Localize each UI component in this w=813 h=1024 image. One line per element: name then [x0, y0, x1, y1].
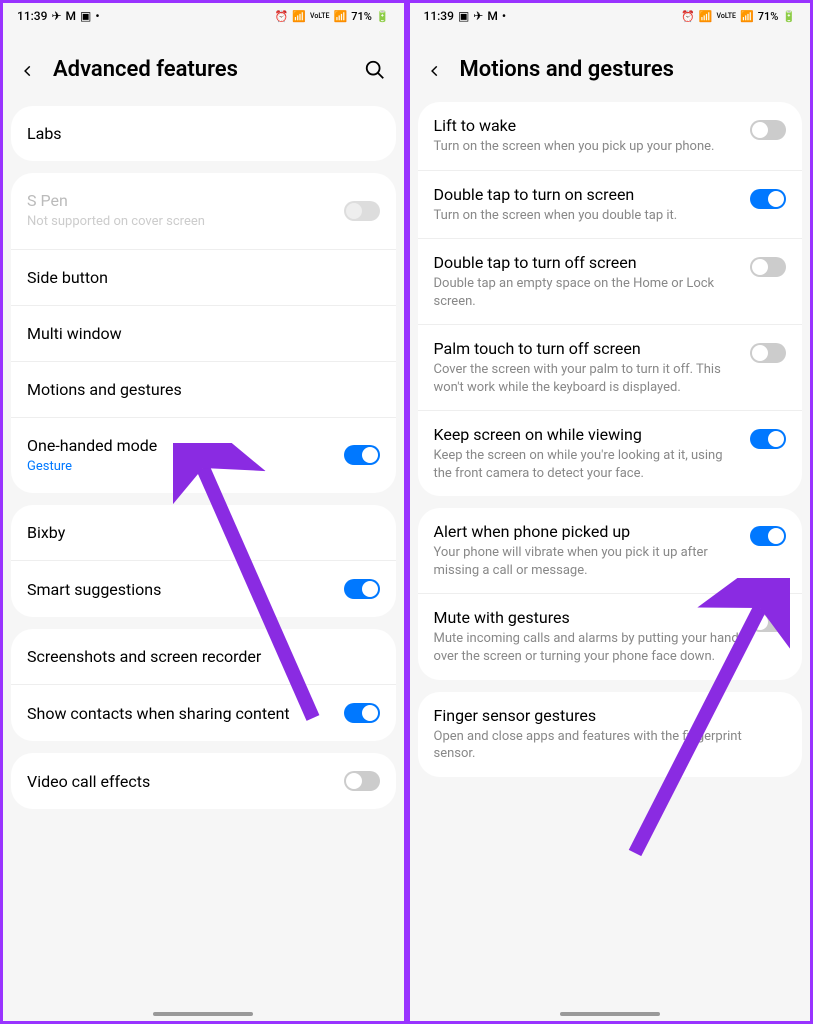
battery-label: 71% [758, 10, 779, 23]
toggle-one-handed[interactable] [344, 445, 380, 465]
signal-icon: 📶 [740, 10, 754, 23]
header: Motions and gestures [410, 27, 811, 102]
row-title: Show contacts when sharing content [27, 704, 334, 723]
row-title: Multi window [27, 324, 380, 343]
alarm-icon: ⏰ [681, 10, 695, 23]
toggle-double-tap-off[interactable] [750, 257, 786, 277]
battery-icon: 🔋 [782, 10, 796, 23]
row-mute-gestures[interactable]: Mute with gestures Mute incoming calls a… [418, 593, 803, 679]
row-title: Keep screen on while viewing [434, 425, 741, 444]
row-title: Side button [27, 268, 380, 287]
row-title: Double tap to turn off screen [434, 253, 741, 272]
photo-icon: ▣ [458, 9, 469, 23]
toggle-show-contacts[interactable] [344, 703, 380, 723]
row-double-tap-on[interactable]: Double tap to turn on screen Turn on the… [418, 170, 803, 239]
row-multi-window[interactable]: Multi window [11, 305, 396, 361]
toggle-keep-screen-on[interactable] [750, 429, 786, 449]
page-title: Advanced features [53, 57, 346, 82]
phone-advanced-features: 11:39 ✈ M ▣ • ⏰ 📶 VoLTE 📶 71% 🔋 Advanced… [3, 3, 404, 1021]
page-title: Motions and gestures [460, 57, 793, 82]
row-title: Smart suggestions [27, 580, 334, 599]
row-finger-sensor[interactable]: Finger sensor gestures Open and close ap… [418, 692, 803, 777]
row-sub: Open and close apps and features with th… [434, 728, 787, 763]
telegram-icon: ✈ [51, 9, 61, 23]
row-title: Palm touch to turn off screen [434, 339, 741, 358]
row-side-button[interactable]: Side button [11, 249, 396, 305]
header: Advanced features [3, 27, 404, 106]
volte-label: VoLTE [310, 13, 329, 20]
row-sub: Your phone will vibrate when you pick it… [434, 544, 741, 579]
photo-icon: ▣ [80, 9, 91, 23]
row-smart-suggestions[interactable]: Smart suggestions [11, 560, 396, 617]
toggle-video-call-effects[interactable] [344, 771, 380, 791]
row-palm-touch-off[interactable]: Palm touch to turn off screen Cover the … [418, 324, 803, 410]
toggle-s-pen [344, 201, 380, 221]
row-title: Lift to wake [434, 116, 741, 135]
volte-label: VoLTE [717, 13, 736, 20]
row-title: Bixby [27, 523, 380, 542]
row-s-pen: S Pen Not supported on cover screen [11, 173, 396, 249]
home-indicator[interactable] [153, 1012, 253, 1016]
row-sub: Mute incoming calls and alarms by puttin… [434, 630, 741, 665]
battery-label: 71% [351, 10, 372, 23]
telegram-icon: ✈ [473, 9, 483, 23]
row-title: Screenshots and screen recorder [27, 647, 380, 666]
gmail-icon: M [487, 9, 498, 23]
row-title: One-handed mode [27, 436, 334, 455]
row-title: Mute with gestures [434, 608, 741, 627]
row-alert-picked-up[interactable]: Alert when phone picked up Your phone wi… [418, 508, 803, 593]
row-sub: Turn on the screen when you pick up your… [434, 138, 741, 156]
toggle-lift-to-wake[interactable] [750, 120, 786, 140]
battery-icon: 🔋 [376, 10, 390, 23]
toggle-double-tap-on[interactable] [750, 189, 786, 209]
dot-icon: • [502, 9, 506, 23]
row-double-tap-off[interactable]: Double tap to turn off screen Double tap… [418, 238, 803, 324]
row-title: Motions and gestures [27, 380, 380, 399]
row-labs[interactable]: Labs [11, 106, 396, 161]
phone-motions-gestures: 11:39 ▣ ✈ M • ⏰ 📶 VoLTE 📶 71% 🔋 Motions … [410, 3, 811, 1021]
wifi-icon: 📶 [699, 10, 713, 23]
home-indicator[interactable] [560, 1012, 660, 1016]
row-sub: Turn on the screen when you double tap i… [434, 207, 741, 225]
row-keep-screen-on[interactable]: Keep screen on while viewing Keep the sc… [418, 410, 803, 496]
row-title: Alert when phone picked up [434, 522, 741, 541]
toggle-palm-touch[interactable] [750, 343, 786, 363]
toggle-mute-gestures[interactable] [750, 612, 786, 632]
row-sub: Gesture [27, 458, 334, 476]
alarm-icon: ⏰ [275, 10, 289, 23]
row-sub: Double tap an empty space on the Home or… [434, 275, 741, 310]
back-button[interactable] [21, 63, 35, 77]
signal-icon: 📶 [333, 10, 347, 23]
status-bar: 11:39 ▣ ✈ M • ⏰ 📶 VoLTE 📶 71% 🔋 [410, 3, 811, 27]
row-bixby[interactable]: Bixby [11, 505, 396, 560]
row-sub: Not supported on cover screen [27, 213, 334, 231]
gmail-icon: M [66, 9, 77, 23]
row-one-handed[interactable]: One-handed mode Gesture [11, 417, 396, 494]
row-video-call-effects[interactable]: Video call effects [11, 753, 396, 809]
status-time: 11:39 [17, 9, 47, 23]
row-sub: Keep the screen on while you're looking … [434, 447, 741, 482]
row-title: Finger sensor gestures [434, 706, 787, 725]
status-bar: 11:39 ✈ M ▣ • ⏰ 📶 VoLTE 📶 71% 🔋 [3, 3, 404, 27]
row-screenshots-recorder[interactable]: Screenshots and screen recorder [11, 629, 396, 684]
search-button[interactable] [364, 59, 386, 81]
row-title: Double tap to turn on screen [434, 185, 741, 204]
row-show-contacts-sharing[interactable]: Show contacts when sharing content [11, 684, 396, 741]
row-sub: Cover the screen with your palm to turn … [434, 361, 741, 396]
row-motions-gestures[interactable]: Motions and gestures [11, 361, 396, 417]
status-time: 11:39 [424, 9, 454, 23]
row-title: S Pen [27, 191, 334, 210]
row-title: Video call effects [27, 772, 334, 791]
row-title: Labs [27, 124, 380, 143]
toggle-alert-picked-up[interactable] [750, 526, 786, 546]
wifi-icon: 📶 [292, 10, 306, 23]
back-button[interactable] [428, 63, 442, 77]
row-lift-to-wake[interactable]: Lift to wake Turn on the screen when you… [418, 102, 803, 170]
toggle-smart-suggestions[interactable] [344, 579, 380, 599]
dot-icon: • [95, 9, 99, 23]
